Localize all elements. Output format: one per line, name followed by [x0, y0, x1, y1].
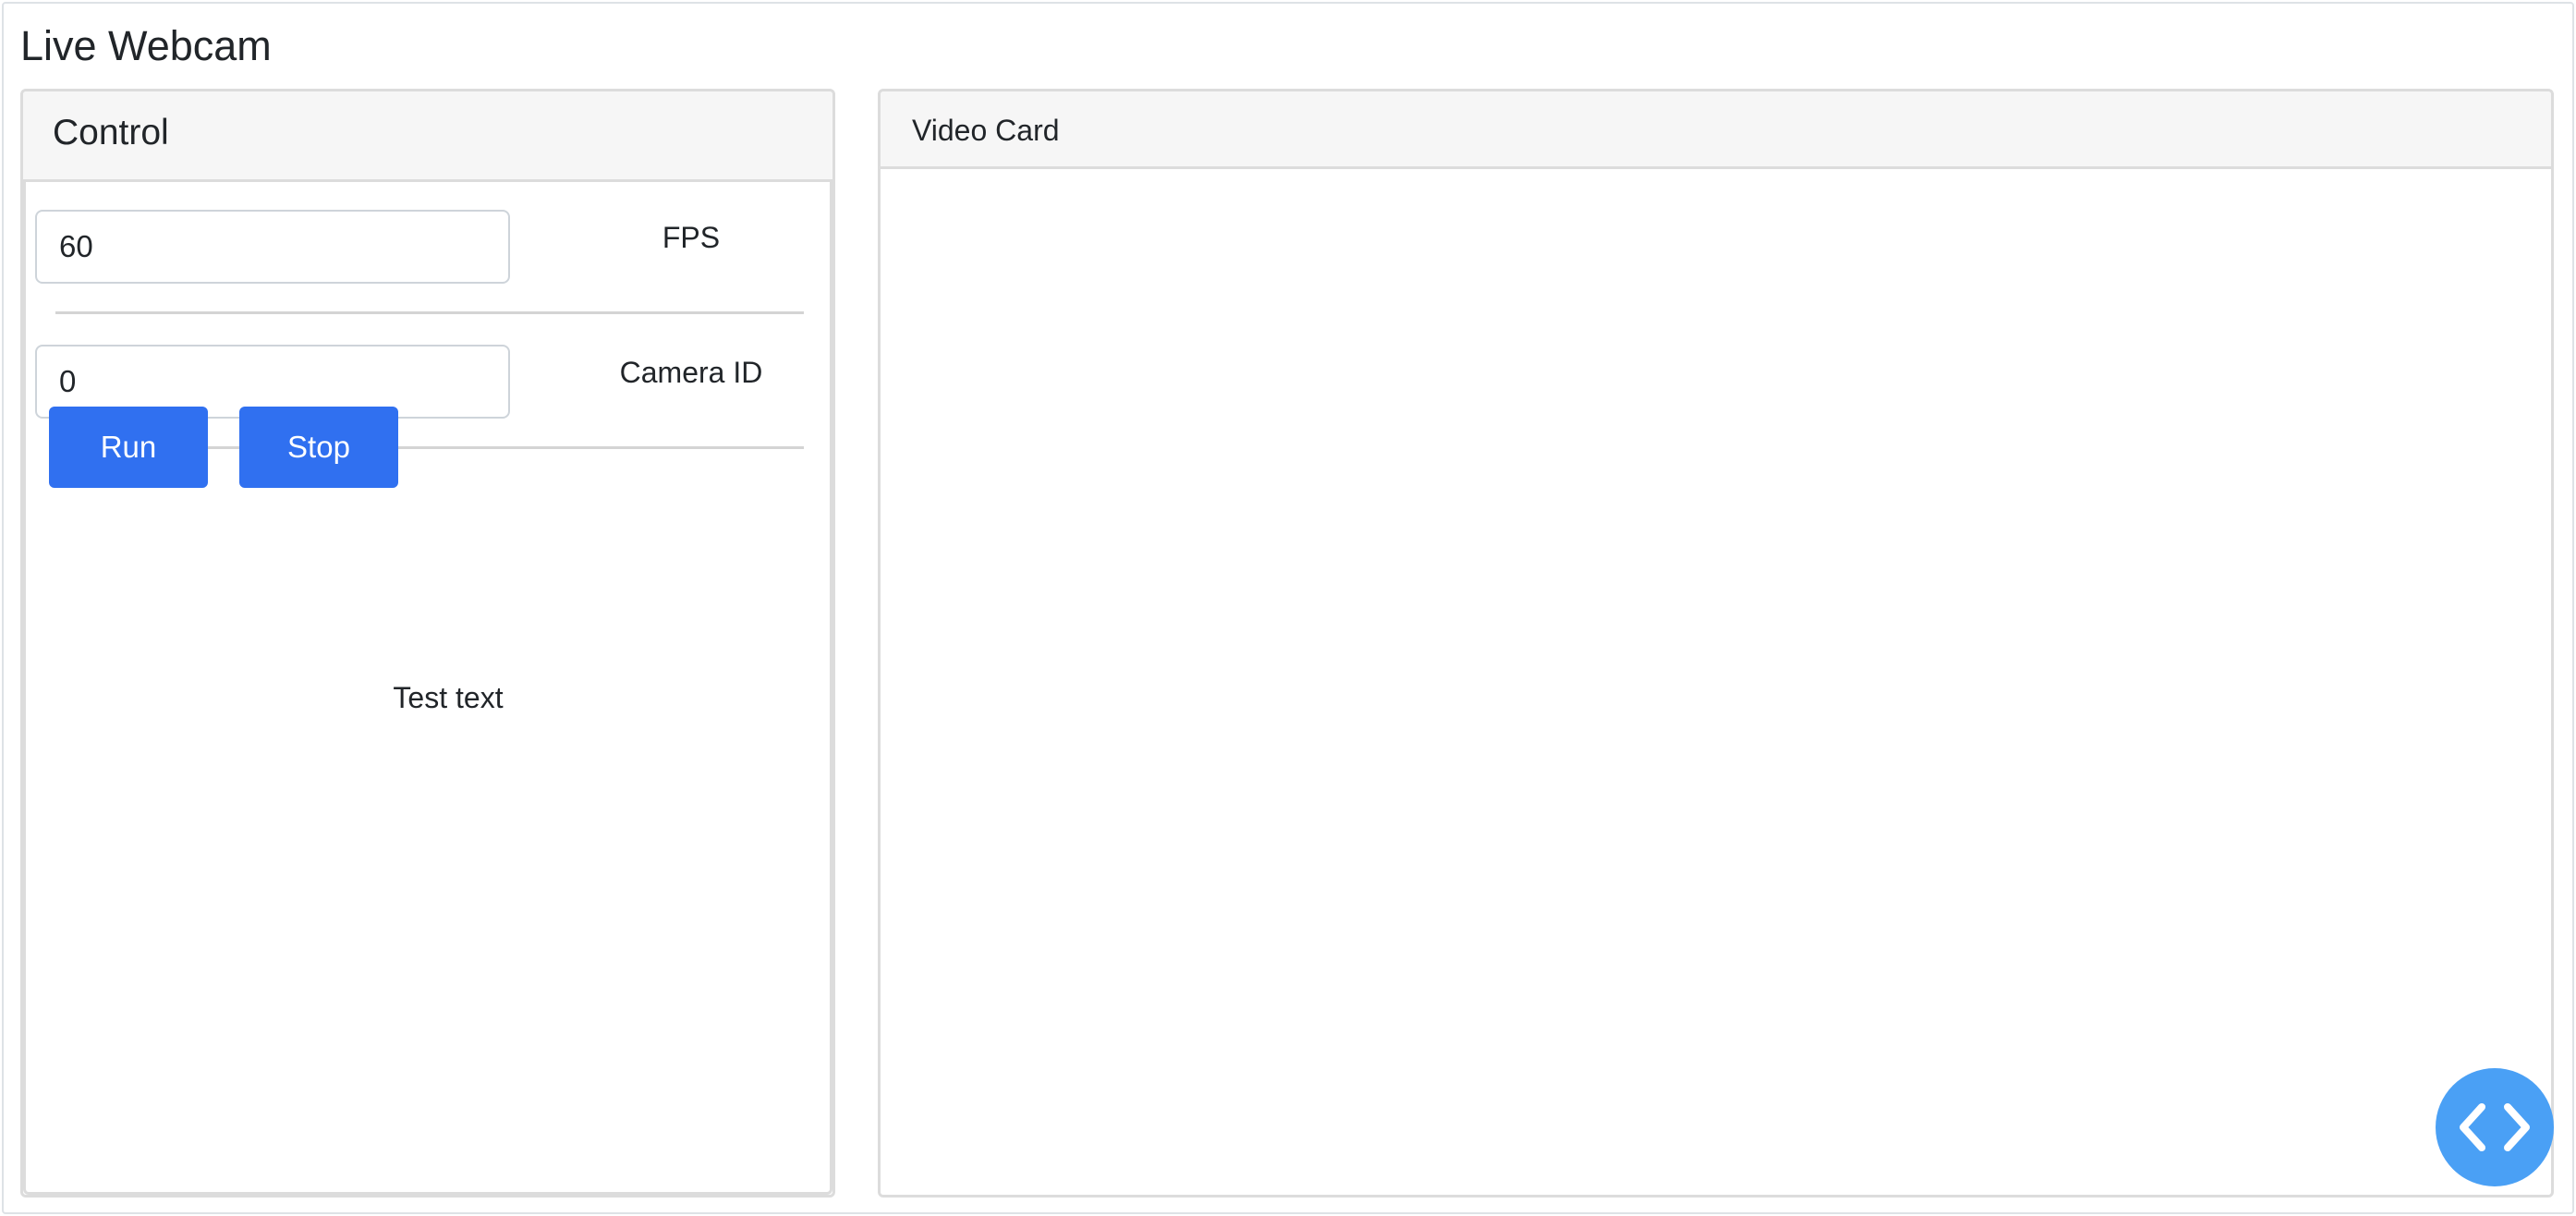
- control-card-header: Control: [23, 91, 832, 182]
- status-text: Test text: [393, 681, 504, 714]
- video-display: [881, 169, 2551, 1195]
- code-toggle-button[interactable]: [2436, 1068, 2554, 1186]
- video-card-header: Video Card: [881, 91, 2551, 169]
- camera-id-label: Camera ID: [619, 356, 763, 389]
- run-button[interactable]: Run: [49, 407, 208, 488]
- page-title: Live Webcam: [20, 22, 272, 69]
- video-card: Video Card: [878, 89, 2554, 1198]
- fps-divider: [55, 311, 804, 314]
- stop-button[interactable]: Stop: [239, 407, 398, 488]
- control-card-title: Control: [53, 113, 169, 152]
- video-card-title: Video Card: [912, 114, 1060, 147]
- control-card: Control FPS Camera ID Run Stop Test text: [20, 89, 835, 1198]
- fps-label: FPS: [662, 221, 721, 254]
- fps-input[interactable]: [35, 210, 510, 284]
- code-icon: [2460, 1103, 2530, 1151]
